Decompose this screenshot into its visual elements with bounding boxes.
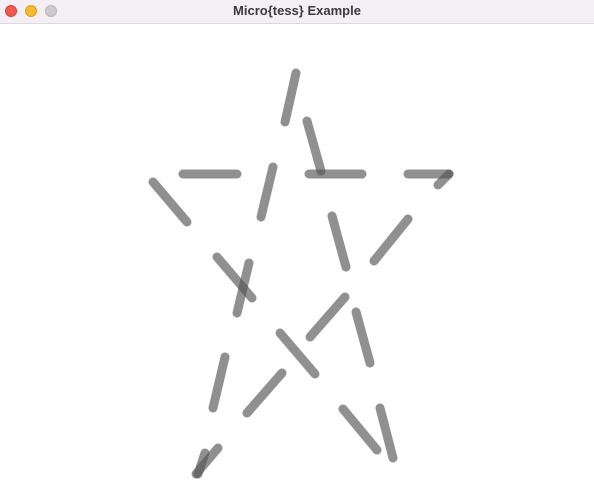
dash-segment <box>369 214 413 266</box>
dash-segment <box>338 404 382 455</box>
dash-segment <box>148 177 192 227</box>
star-dash-drawing <box>148 68 454 479</box>
dash-segment <box>232 258 254 318</box>
dash-segment <box>208 352 230 413</box>
dash-segment <box>242 368 287 418</box>
dash-segment <box>327 211 351 272</box>
app-window: Micro{tess} Example <box>0 0 594 501</box>
title-bar[interactable]: Micro{tess} Example <box>0 0 594 24</box>
dash-segment <box>375 403 398 463</box>
window-title: Micro{tess} Example <box>233 3 361 18</box>
dash-segment <box>302 116 326 176</box>
dash-segment <box>280 68 301 127</box>
dash-segment <box>305 292 350 342</box>
drawing-canvas[interactable] <box>0 24 594 501</box>
dash-segment <box>351 307 375 368</box>
dash-segment <box>256 162 278 222</box>
